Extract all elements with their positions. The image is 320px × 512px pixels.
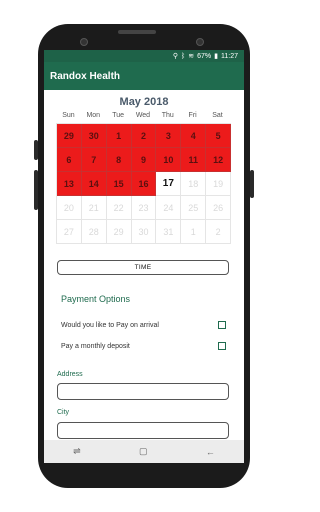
calendar-month-label: May 2018 (119, 96, 169, 108)
bluetooth-icon: ᛒ (181, 52, 186, 60)
calendar-day[interactable]: 9 (131, 148, 157, 172)
calendar-day[interactable]: 31 (156, 220, 182, 244)
calendar-day[interactable]: 1 (181, 220, 207, 244)
calendar-grid: 29 30 1 2 3 4 5 6 7 8 9 10 11 12 13 14 15 16 17 18 19 20 21 22 2… (56, 123, 231, 244)
bixby-button (34, 170, 38, 210)
calendar-day[interactable]: 11 (181, 148, 207, 172)
address-label: Address (57, 371, 83, 378)
pay-on-arrival-label: Would you like to Pay on arrival (61, 322, 159, 329)
calendar-day[interactable]: 5 (206, 124, 231, 148)
screen: ⚲ ᛒ ≋ 67% ▮ 11:27 Randox Health May 2018… (44, 50, 244, 463)
calendar-day[interactable]: 28 (81, 220, 107, 244)
calendar-day[interactable]: 18 (181, 172, 207, 196)
pay-on-arrival-checkbox[interactable] (218, 321, 226, 329)
weekday-mon: Mon (86, 112, 101, 119)
calendar-day[interactable]: 29 (57, 124, 82, 148)
status-bar: ⚲ ᛒ ≋ 67% ▮ 11:27 (44, 50, 244, 62)
back-icon[interactable]: ← (206, 447, 215, 457)
weekday-fri: Fri (188, 112, 197, 119)
calendar-day[interactable]: 27 (57, 220, 82, 244)
calendar-day[interactable]: 22 (106, 196, 132, 220)
calendar-day[interactable]: 3 (156, 124, 182, 148)
calendar-day[interactable]: 14 (81, 172, 107, 196)
power-button (250, 170, 254, 198)
wifi-icon: ≋ (188, 53, 195, 60)
weekday-thu: Thu (161, 112, 174, 119)
calendar-day[interactable]: 30 (131, 220, 157, 244)
app-bar: Randox Health (44, 62, 244, 90)
calendar-day[interactable]: 6 (57, 148, 82, 172)
calendar-day[interactable]: 16 (131, 172, 157, 196)
calendar-day[interactable]: 24 (156, 196, 182, 220)
weekday-header: Sun Mon Tue Wed Thu Fri Sat (56, 112, 230, 119)
calendar-day[interactable]: 26 (206, 196, 231, 220)
calendar-day[interactable]: 13 (57, 172, 82, 196)
weekday-tue: Tue (112, 112, 125, 119)
calendar-day[interactable]: 2 (131, 124, 157, 148)
calendar-day[interactable]: 23 (131, 196, 157, 220)
front-camera-icon (80, 38, 88, 46)
city-field[interactable] (57, 422, 229, 439)
recent-apps-icon[interactable]: ⇌ (73, 446, 81, 457)
calendar-day[interactable]: 12 (206, 148, 231, 172)
calendar-day[interactable]: 30 (81, 124, 107, 148)
sensor-icon (196, 38, 204, 46)
calendar-day[interactable]: 8 (106, 148, 132, 172)
weekday-wed: Wed (135, 112, 151, 119)
battery-icon: ▮ (214, 53, 218, 60)
monthly-deposit-label: Pay a monthly deposit (61, 343, 130, 350)
calendar-day[interactable]: 29 (106, 220, 132, 244)
calendar-day[interactable]: 25 (181, 196, 207, 220)
address-field[interactable] (57, 383, 229, 400)
location-icon: ⚲ (172, 53, 179, 60)
app-title: Randox Health (50, 70, 121, 82)
calendar-day[interactable]: 15 (106, 172, 132, 196)
calendar-day[interactable]: 2 (206, 220, 231, 244)
city-label: City (57, 409, 70, 416)
weekday-sat: Sat (212, 112, 223, 119)
home-icon[interactable]: ▢ (139, 446, 148, 457)
calendar-day[interactable]: 19 (206, 172, 231, 196)
calendar-day[interactable]: 21 (81, 196, 107, 220)
calendar-day[interactable]: 4 (181, 124, 207, 148)
calendar-day[interactable]: 1 (106, 124, 132, 148)
volume-button (34, 140, 38, 160)
weekday-sun: Sun (62, 112, 75, 119)
nav-bar: ⇌ ▢ ← (44, 440, 244, 463)
battery-percent: 67% (197, 52, 212, 60)
calendar-day[interactable]: 20 (57, 196, 82, 220)
calendar-day[interactable]: 17 (156, 172, 182, 196)
time-button[interactable]: TIME (57, 260, 229, 275)
clock: 11:27 (221, 52, 238, 60)
calendar-day[interactable]: 10 (156, 148, 182, 172)
earpiece-speaker (118, 30, 156, 34)
monthly-deposit-checkbox[interactable] (218, 342, 226, 350)
payment-options-title: Payment Options (61, 294, 131, 304)
calendar-day[interactable]: 7 (81, 148, 107, 172)
main-content[interactable]: May 2018 Sun Mon Tue Wed Thu Fri Sat 29 30 1 2 3 4 5… (44, 90, 244, 440)
